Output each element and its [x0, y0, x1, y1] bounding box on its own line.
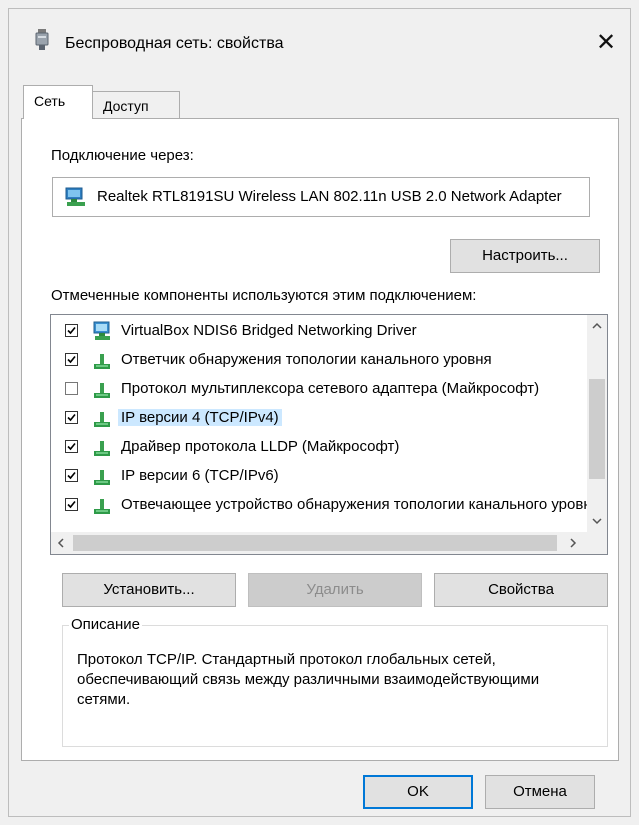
component-checkbox[interactable]: [65, 469, 78, 482]
protocol-icon: [94, 441, 110, 456]
scroll-right-icon[interactable]: [565, 535, 581, 551]
network-driver-icon: [93, 321, 110, 340]
adapter-field: Realtek RTL8191SU Wireless LAN 802.11n U…: [52, 177, 590, 217]
list-item[interactable]: Драйвер протокола LLDP (Майкрософт): [51, 433, 588, 462]
properties-button[interactable]: Свойства: [434, 573, 608, 607]
horizontal-scroll-thumb[interactable]: [73, 535, 557, 551]
component-label: IP версии 6 (TCP/IPv6): [121, 467, 279, 484]
component-label: VirtualBox NDIS6 Bridged Networking Driv…: [121, 322, 417, 339]
tab-strip: Сеть Доступ: [21, 85, 621, 119]
adapter-name: Realtek RTL8191SU Wireless LAN 802.11n U…: [97, 188, 562, 205]
title-bar: Беспроводная сеть: свойства ✕: [9, 9, 630, 71]
remove-button[interactable]: Удалить: [248, 573, 422, 607]
component-checkbox[interactable]: [65, 324, 78, 337]
scroll-down-icon[interactable]: [587, 514, 607, 531]
vertical-scroll-thumb[interactable]: [589, 379, 605, 479]
list-item[interactable]: Ответчик обнаружения топологии канальног…: [51, 346, 588, 375]
protocol-icon: [94, 499, 110, 514]
window-title: Беспроводная сеть: свойства: [65, 35, 284, 52]
protocol-icon: [94, 412, 110, 427]
scroll-up-icon[interactable]: [587, 319, 607, 336]
tab-sharing[interactable]: Доступ: [92, 91, 180, 119]
cancel-button[interactable]: Отмена: [485, 775, 595, 809]
vertical-scrollbar[interactable]: [587, 315, 607, 532]
component-checkbox[interactable]: [65, 411, 78, 424]
ok-button[interactable]: OK: [363, 775, 473, 809]
component-label: Драйвер протокола LLDP (Майкрософт): [121, 438, 400, 455]
list-item[interactable]: VirtualBox NDIS6 Bridged Networking Driv…: [51, 317, 588, 346]
component-checkbox[interactable]: [65, 353, 78, 366]
tab-network[interactable]: Сеть: [23, 85, 93, 119]
component-label: Отвечающее устройство обнаружения тополо…: [121, 496, 600, 513]
component-checkbox[interactable]: [65, 440, 78, 453]
components-label: Отмеченные компоненты используются этим …: [51, 287, 477, 304]
list-item[interactable]: Отвечающее устройство обнаружения тополо…: [51, 491, 600, 520]
description-title: Описание: [69, 616, 143, 633]
install-button[interactable]: Установить...: [62, 573, 236, 607]
tab-panel-network: Подключение через: Realtek RTL8191SU Wir…: [21, 118, 619, 761]
protocol-icon: [94, 470, 110, 485]
protocol-icon: [94, 354, 110, 369]
description-text: Протокол TCP/IP. Стандартный протокол гл…: [77, 651, 540, 708]
component-checkbox[interactable]: [65, 498, 78, 511]
close-button[interactable]: ✕: [588, 29, 624, 59]
description-group: Описание Протокол TCP/IP. Стандартный пр…: [62, 616, 608, 747]
components-list[interactable]: VirtualBox NDIS6 Bridged Networking Driv…: [50, 314, 608, 555]
component-label: Протокол мультиплексора сетевого адаптер…: [121, 380, 540, 397]
horizontal-scrollbar[interactable]: [51, 532, 607, 554]
connect-using-label: Подключение через:: [51, 147, 194, 164]
list-item[interactable]: Протокол мультиплексора сетевого адаптер…: [51, 375, 588, 404]
properties-dialog: Беспроводная сеть: свойства ✕ Сеть Досту…: [8, 8, 631, 817]
scroll-left-icon[interactable]: [53, 535, 69, 551]
component-label: IP версии 4 (TCP/IPv4): [118, 409, 282, 426]
network-card-icon: [65, 187, 85, 206]
network-adapter-icon: [35, 29, 49, 50]
component-checkbox[interactable]: [65, 382, 78, 395]
list-item[interactable]: IP версии 6 (TCP/IPv6): [51, 462, 588, 491]
list-item[interactable]: IP версии 4 (TCP/IPv4): [51, 404, 588, 433]
protocol-icon: [94, 383, 110, 398]
configure-button[interactable]: Настроить...: [450, 239, 600, 273]
component-label: Ответчик обнаружения топологии канальног…: [121, 351, 492, 368]
